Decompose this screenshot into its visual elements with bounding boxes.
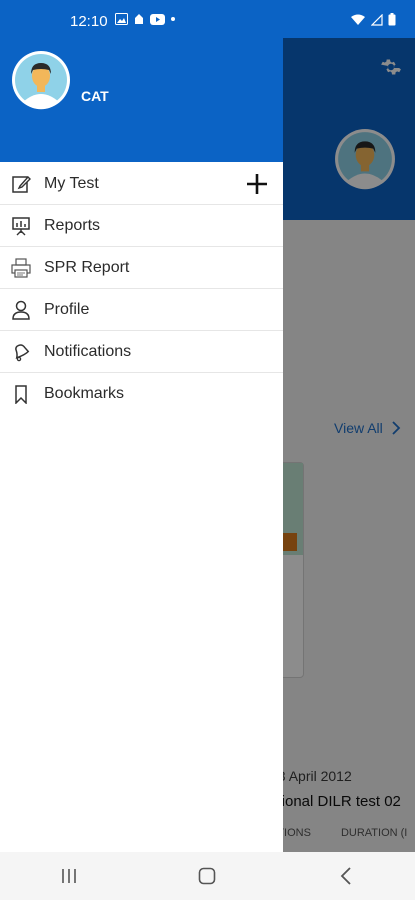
youtube-icon bbox=[150, 13, 165, 25]
notification-dot-icon bbox=[135, 14, 143, 24]
wifi-icon bbox=[351, 14, 365, 25]
menu-label: Notifications bbox=[44, 342, 132, 360]
drawer-menu: My Test Reports SPR Report Profile Notif… bbox=[0, 163, 283, 415]
menu-item-spr-report[interactable]: SPR Report bbox=[0, 247, 283, 289]
menu-label: Reports bbox=[44, 216, 101, 234]
recent-apps-button[interactable] bbox=[39, 856, 99, 896]
user-avatar-icon[interactable] bbox=[11, 50, 71, 110]
menu-item-profile[interactable]: Profile bbox=[0, 289, 283, 331]
recent-apps-icon bbox=[62, 869, 76, 883]
menu-item-reports[interactable]: Reports bbox=[0, 205, 283, 247]
edit-icon bbox=[0, 174, 44, 194]
presentation-chart-icon bbox=[0, 216, 44, 236]
image-icon bbox=[115, 13, 128, 25]
user-name: CAT bbox=[81, 88, 109, 104]
system-navigation-bar bbox=[0, 852, 415, 900]
report-printer-icon bbox=[0, 257, 44, 278]
menu-label: Bookmarks bbox=[44, 385, 125, 402]
navigation-drawer: CAT My Test Reports SPR Report Profile N… bbox=[0, 0, 283, 852]
drawer-header: CAT bbox=[0, 38, 283, 162]
home-button[interactable] bbox=[177, 856, 237, 896]
menu-item-notifications[interactable]: Notifications bbox=[0, 331, 283, 373]
bookmark-icon bbox=[0, 384, 44, 404]
menu-label: My Test bbox=[44, 174, 99, 192]
dot-icon bbox=[171, 17, 175, 21]
menu-label: Profile bbox=[44, 300, 90, 318]
back-button[interactable] bbox=[316, 856, 376, 896]
back-icon bbox=[340, 867, 351, 885]
home-icon bbox=[199, 867, 216, 885]
user-icon bbox=[0, 300, 44, 320]
menu-item-my-test[interactable]: My Test bbox=[0, 163, 283, 205]
add-test-plus-icon[interactable] bbox=[245, 172, 269, 196]
status-time: 12:10 bbox=[70, 13, 108, 30]
bell-icon bbox=[0, 342, 44, 362]
status-notification-icons bbox=[115, 13, 175, 25]
menu-label: SPR Report bbox=[44, 258, 130, 276]
status-system-icons bbox=[350, 13, 396, 26]
signal-icon bbox=[371, 13, 383, 26]
battery-icon bbox=[388, 13, 396, 26]
menu-item-bookmarks[interactable]: Bookmarks bbox=[0, 373, 283, 415]
